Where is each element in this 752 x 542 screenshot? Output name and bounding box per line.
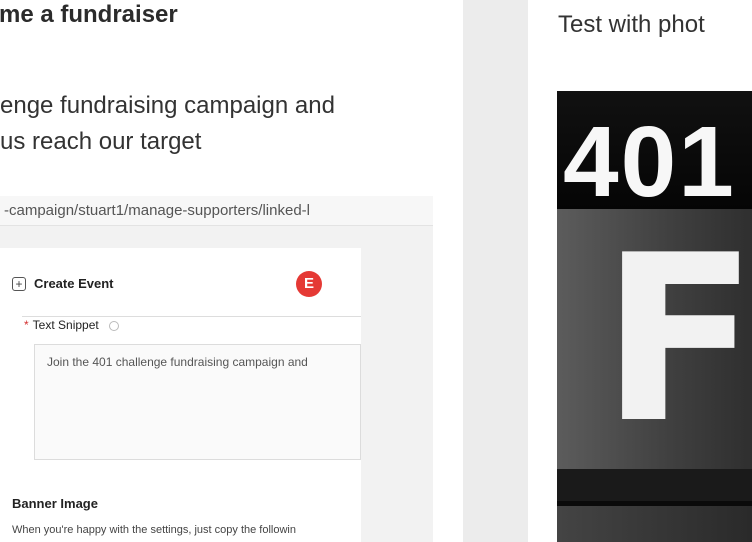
create-event-button[interactable]: + Create Event <box>12 276 113 291</box>
test-photo-card: Test with phot 401 F <box>528 0 752 542</box>
description-line-1: enge fundraising campaign and <box>0 92 335 119</box>
card-title: Test with phot <box>558 11 705 38</box>
test-photo: 401 F <box>557 91 752 542</box>
embedded-screenshot: -campaign/stuart1/manage-supporters/link… <box>0 196 433 542</box>
text-snippet-field[interactable]: Join the 401 challenge fundraising campa… <box>34 344 361 460</box>
info-icon <box>108 320 119 331</box>
divider <box>22 316 361 317</box>
plus-icon: + <box>12 276 26 291</box>
fundraiser-card: me a fundraiser enge fundraising campaig… <box>0 0 463 542</box>
photo-number-text: 401 <box>563 106 736 218</box>
create-event-modal: + Create Event E * Text Snippet Join the … <box>0 248 361 542</box>
banner-image-label: Banner Image <box>12 496 98 511</box>
url-bar[interactable]: -campaign/stuart1/manage-supporters/link… <box>0 196 433 226</box>
banner-image-description: When you're happy with the settings, jus… <box>12 524 296 536</box>
e-badge-icon[interactable]: E <box>296 271 322 297</box>
card-title: me a fundraiser <box>0 1 178 28</box>
required-marker: * <box>24 318 29 332</box>
create-event-label: Create Event <box>34 276 114 291</box>
photo-letter-text: F <box>601 207 752 474</box>
card-description: enge fundraising campaign and us reach o… <box>0 88 430 160</box>
app-panel: + Create Event E * Text Snippet Join the … <box>0 226 433 542</box>
text-snippet-label-text: Text Snippet <box>32 318 99 332</box>
text-snippet-label: * Text Snippet <box>24 318 119 332</box>
photo-sign-bottom <box>557 506 752 542</box>
description-line-2: us reach our target <box>0 128 202 155</box>
